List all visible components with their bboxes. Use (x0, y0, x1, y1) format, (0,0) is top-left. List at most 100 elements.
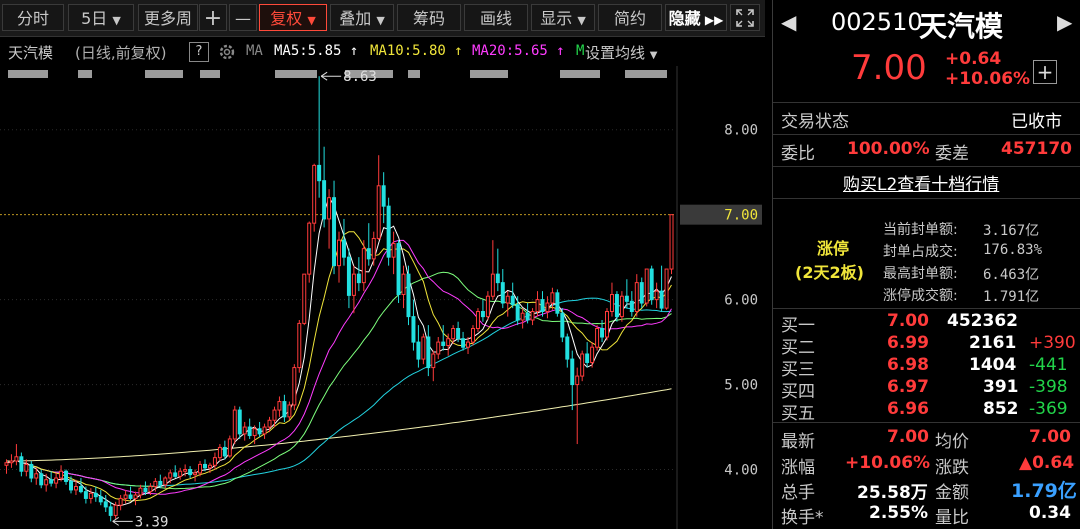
prev-stock-button[interactable]: ◀ (781, 10, 796, 34)
candle-body (59, 470, 64, 479)
candle-body (54, 477, 59, 484)
tab-intraday[interactable]: 分时 (2, 4, 64, 31)
chevron-down-icon: ▼ (112, 14, 121, 27)
zoom-in-button[interactable]: + (199, 4, 227, 31)
candle-body (24, 463, 29, 472)
candle-body (272, 409, 277, 421)
chips-button[interactable]: 筹码 (397, 4, 461, 31)
candle-body (9, 460, 14, 464)
masked-tag (275, 70, 317, 78)
bid-price: 6.99 (887, 333, 929, 353)
candle-body (78, 486, 83, 493)
candle-body (133, 494, 138, 499)
candle-body (590, 346, 595, 363)
candle-body (426, 336, 431, 369)
candle-body (292, 367, 297, 406)
candle-body (212, 457, 217, 466)
candle-body (515, 304, 520, 321)
chart-toolbar: 分时 5日 ▼ 更多周 + — 复权 ▼ 叠加 ▼ 筹码 画线 显示 ▼ 简约 … (0, 0, 765, 37)
zoom-out-button[interactable]: — (229, 4, 257, 31)
candle-body (614, 294, 619, 318)
divider (773, 102, 1080, 103)
overlay-dropdown[interactable]: 叠加 ▼ (330, 4, 394, 31)
candle-body (466, 341, 471, 348)
candle-body (510, 295, 515, 306)
ma20-text: MA20:5.65 (472, 43, 548, 59)
stat-label: 最新 (781, 432, 815, 452)
volume-ratio-value: 0.34 (1029, 503, 1071, 523)
order-ratio-value: 100.00% (847, 139, 930, 159)
bid-price: 6.96 (887, 399, 929, 419)
candle-body (664, 268, 669, 309)
masked-tag (408, 70, 420, 78)
order-ratio-label: 委比 (781, 144, 815, 164)
stat-label: 涨跌 (935, 458, 969, 478)
candle-body (461, 338, 466, 348)
ma250-line (6, 388, 672, 462)
candle-body (421, 336, 426, 360)
arrow-up-icon: ↑ (454, 43, 463, 59)
candle-body (525, 312, 530, 321)
candle-body (242, 426, 247, 435)
next-stock-button[interactable]: ▶ (1057, 10, 1072, 34)
adjust-rights-dropdown[interactable]: 复权 ▼ (259, 4, 327, 31)
help-button[interactable]: ? (189, 42, 209, 62)
chart-mode-label: (日线,前复权) (75, 44, 167, 62)
candle-body (446, 338, 451, 346)
candle-body (327, 197, 332, 220)
candle-body (39, 473, 44, 486)
candle-body (282, 401, 287, 418)
stat-label: 涨幅 (781, 458, 815, 478)
tab-5day-label: 5日 (81, 9, 108, 28)
candle-body (153, 480, 158, 488)
ma5-value: MA5:5.85 ↑ (274, 43, 358, 59)
candlestick-chart[interactable]: 8.007.006.005.004.007.008.633.39 (0, 66, 765, 529)
candle-body (351, 273, 356, 296)
candle-body (73, 486, 78, 491)
candle-body (103, 501, 108, 508)
price-change: +0.64 (945, 49, 1002, 69)
display-dropdown[interactable]: 显示 ▼ (531, 4, 595, 31)
candle-body (237, 409, 242, 435)
buy-l2-link[interactable]: 购买L2查看十档行情 (843, 170, 999, 195)
candle-body (322, 180, 327, 220)
tab-5day-dropdown[interactable]: 5日 ▼ (68, 4, 134, 31)
candle-body (287, 404, 292, 418)
y-tick-label: 6.00 (724, 293, 758, 309)
candle-body (411, 316, 416, 343)
candle-body (217, 446, 222, 459)
divider (773, 422, 1080, 423)
candle-body (128, 494, 133, 499)
ma-settings-dropdown[interactable]: 设置均线 ▼ (585, 42, 658, 63)
candle-body (475, 311, 480, 330)
hide-panel-button[interactable]: 隐藏 ▶▶ (665, 4, 727, 31)
expand-button[interactable] (730, 4, 760, 31)
tab-more-periods[interactable]: 更多周 (138, 4, 198, 31)
ma-label: MA (246, 43, 263, 59)
stat-label: 金额 (935, 483, 969, 503)
ma-settings-label: 设置均线 (585, 44, 646, 62)
candle-body (431, 353, 436, 369)
candle-body (644, 268, 649, 304)
candle-body (277, 401, 282, 411)
candle-body (609, 294, 614, 313)
bid-delta: -441 (1029, 355, 1068, 375)
candle-body (500, 282, 505, 304)
candle-body (14, 456, 19, 462)
quote-panel: ◀ 002510 天汽模 ▶ 7.00 +0.64 +10.06% + 交易状态… (772, 0, 1080, 529)
stat-label: 换手* (781, 508, 824, 528)
trade-status-label: 交易状态 (781, 112, 849, 132)
candle-body (451, 328, 456, 340)
candle-body (193, 472, 198, 476)
candle-body (530, 311, 535, 321)
masked-tag (8, 70, 48, 78)
simple-mode-button[interactable]: 简约 (598, 4, 662, 31)
candle-body (252, 428, 257, 437)
candle-body (436, 341, 441, 355)
candle-body (634, 282, 639, 313)
gear-icon[interactable] (217, 42, 237, 62)
candle-body (575, 375, 580, 386)
add-watchlist-button[interactable]: + (1033, 60, 1057, 84)
arrow-up-icon: ↑ (349, 43, 359, 59)
draw-line-button[interactable]: 画线 (464, 4, 528, 31)
